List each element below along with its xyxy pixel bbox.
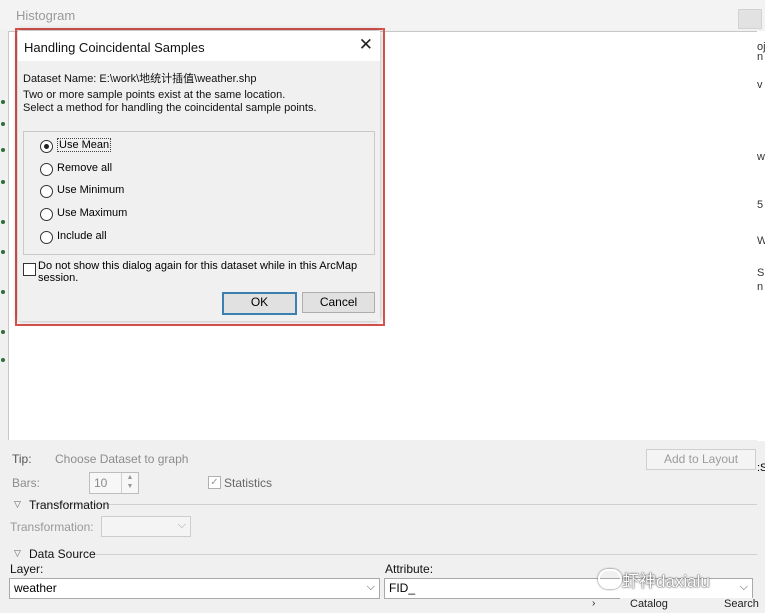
right-edge-text: w: [757, 151, 765, 163]
option-label: Use Maximum: [57, 207, 128, 219]
transformation-section-title: Transformation: [29, 498, 110, 512]
dont-show-again-text: Do not show this dialog again for this d…: [38, 260, 358, 284]
right-edge-text: :S: [757, 462, 765, 474]
bars-label: Bars:: [12, 476, 41, 490]
right-edge-text: S: [757, 267, 765, 279]
search-tab[interactable]: Search: [724, 598, 759, 610]
radio-button-icon[interactable]: [40, 140, 53, 153]
right-edge-text: n: [757, 51, 764, 63]
catalog-tab[interactable]: Catalog: [630, 598, 668, 610]
radio-button-icon[interactable]: [40, 185, 53, 198]
option-label: Include all: [57, 230, 107, 242]
method-options-group: Use Mean Remove all Use Minimum Use Maxi…: [23, 131, 375, 255]
radio-button-icon[interactable]: [40, 163, 53, 176]
map-point-icon: [1, 290, 5, 294]
dialog-title: Handling Coincidental Samples: [24, 40, 205, 55]
watermark-text: 虾神daxialu: [622, 572, 710, 591]
dataset-name-text: Dataset Name: E:\work\地统计插值\weather.shp: [23, 73, 257, 85]
chevron-down-icon: ⌵: [366, 581, 375, 593]
coincidental-samples-dialog: Handling Coincidental Samples ✕ Dataset …: [18, 31, 380, 321]
radio-button-icon[interactable]: [40, 231, 53, 244]
right-edge-text: v: [757, 79, 763, 91]
right-edge-text: 5: [757, 199, 764, 211]
data-source-section-title: Data Source: [29, 547, 96, 561]
chevron-down-icon: ⌵: [739, 581, 748, 593]
map-point-icon: [1, 220, 5, 224]
attribute-label: Attribute:: [385, 562, 434, 576]
section-divider: [92, 554, 757, 555]
map-point-icon: [1, 148, 5, 152]
transformation-select[interactable]: ⌵: [101, 516, 191, 537]
statistics-label: Statistics: [224, 476, 273, 490]
add-to-layout-button[interactable]: Add to Layout: [646, 449, 756, 470]
option-label: Use Mean: [57, 138, 112, 152]
section-divider: [32, 504, 757, 505]
tip-text: Choose Dataset to graph: [55, 452, 189, 466]
stepper-arrows-icon[interactable]: ▲ ▼: [121, 473, 138, 493]
close-icon[interactable]: ✕: [359, 35, 373, 55]
right-edge-text: n: [757, 281, 764, 293]
chevron-down-icon: ⌵: [177, 519, 186, 531]
attribute-value: FID_: [389, 581, 416, 595]
layer-value: weather: [14, 581, 57, 595]
layer-label: Layer:: [10, 562, 44, 576]
map-point-icon: [1, 330, 5, 334]
map-points-strip: [0, 90, 7, 370]
tip-label: Tip:: [12, 452, 32, 466]
collapse-data-source-icon[interactable]: ▽: [14, 548, 21, 559]
window-title: Histogram: [16, 8, 76, 23]
option-label: Remove all: [57, 162, 113, 174]
map-point-icon: [1, 100, 5, 104]
map-point-icon: [1, 358, 5, 362]
bars-stepper[interactable]: 10 ▲ ▼: [89, 472, 139, 494]
window-title-bar: [0, 0, 765, 30]
right-panel-edge: oj n v w 5 W S n: [757, 31, 765, 441]
chevron-right-icon[interactable]: ›: [592, 598, 595, 609]
right-edge-text: W: [757, 235, 765, 247]
statistics-checkbox[interactable]: ✓: [208, 476, 221, 489]
dialog-title-bar: Handling Coincidental Samples ✕: [18, 31, 380, 61]
layer-select[interactable]: weather ⌵: [9, 578, 380, 599]
option-label: Use Minimum: [57, 184, 125, 196]
window-close-button[interactable]: [738, 9, 762, 29]
radio-button-icon[interactable]: [40, 208, 53, 221]
dont-show-again-checkbox[interactable]: [23, 263, 36, 276]
message-line-1: Two or more sample points exist at the s…: [23, 89, 286, 101]
map-point-icon: [1, 180, 5, 184]
dock-tabs: › Catalog Search: [592, 598, 765, 613]
map-point-icon: [1, 122, 5, 126]
cancel-button[interactable]: Cancel: [302, 292, 375, 313]
collapse-transformation-icon[interactable]: ▽: [14, 499, 21, 510]
wechat-logo-icon: [598, 569, 622, 589]
bars-value: 10: [94, 476, 108, 490]
message-line-2: Select a method for handling the coincid…: [23, 102, 317, 114]
map-point-icon: [1, 250, 5, 254]
ok-button[interactable]: OK: [222, 292, 297, 315]
transformation-label: Transformation:: [10, 520, 94, 534]
